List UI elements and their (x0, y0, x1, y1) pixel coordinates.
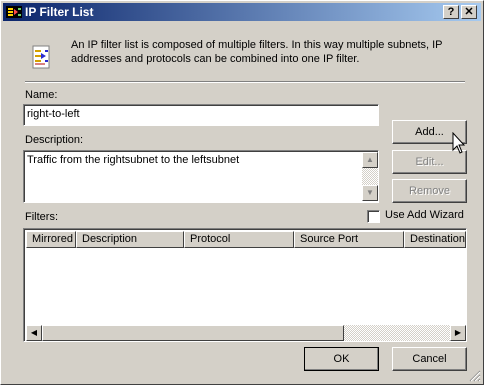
use-add-wizard-checkbox[interactable] (367, 210, 380, 223)
name-label: Name: (25, 89, 58, 101)
name-field[interactable]: right-to-left (23, 104, 379, 126)
scroll-left-icon[interactable]: ◀ (26, 325, 42, 341)
scroll-down-icon[interactable]: ▼ (362, 185, 378, 201)
column-header-destination[interactable]: Destination (404, 231, 466, 248)
cancel-button[interactable]: Cancel (392, 347, 467, 371)
filter-list-icon (6, 5, 22, 19)
separator (25, 81, 465, 83)
remove-button[interactable]: Remove (392, 179, 467, 203)
close-button[interactable]: ✕ (461, 5, 477, 19)
scroll-right-icon[interactable]: ▶ (450, 325, 466, 341)
scrollbar-thumb[interactable] (42, 325, 344, 341)
description-value: Traffic from the rightsubnet to the left… (27, 154, 240, 166)
column-header-description[interactable]: Description (76, 231, 184, 248)
column-header-mirrored[interactable]: Mirrored (26, 231, 76, 248)
description-field[interactable]: Traffic from the rightsubnet to the left… (23, 150, 379, 203)
resize-grip-icon[interactable] (469, 370, 481, 382)
ip-filter-list-dialog: IP Filter List ? ✕ An IP filter list is … (0, 0, 484, 385)
description-label: Description: (25, 134, 84, 146)
ok-button[interactable]: OK (304, 347, 379, 371)
column-header-protocol[interactable]: Protocol (184, 231, 294, 248)
filters-label: Filters: (25, 211, 58, 223)
window-title: IP Filter List (25, 5, 94, 19)
intro-text: An IP filter list is composed of multipl… (71, 39, 443, 65)
mouse-pointer-icon (452, 131, 466, 156)
filters-list[interactable]: Mirrored Description Protocol Source Por… (23, 228, 467, 342)
column-header-source-port[interactable]: Source Port (294, 231, 404, 248)
filter-list-icon (31, 45, 51, 69)
name-value: right-to-left (27, 108, 80, 120)
help-button[interactable]: ? (443, 5, 459, 19)
use-add-wizard-label[interactable]: Use Add Wizard (385, 209, 464, 221)
scroll-up-icon[interactable]: ▲ (362, 152, 378, 168)
title-bar[interactable]: IP Filter List ? ✕ (3, 3, 481, 21)
